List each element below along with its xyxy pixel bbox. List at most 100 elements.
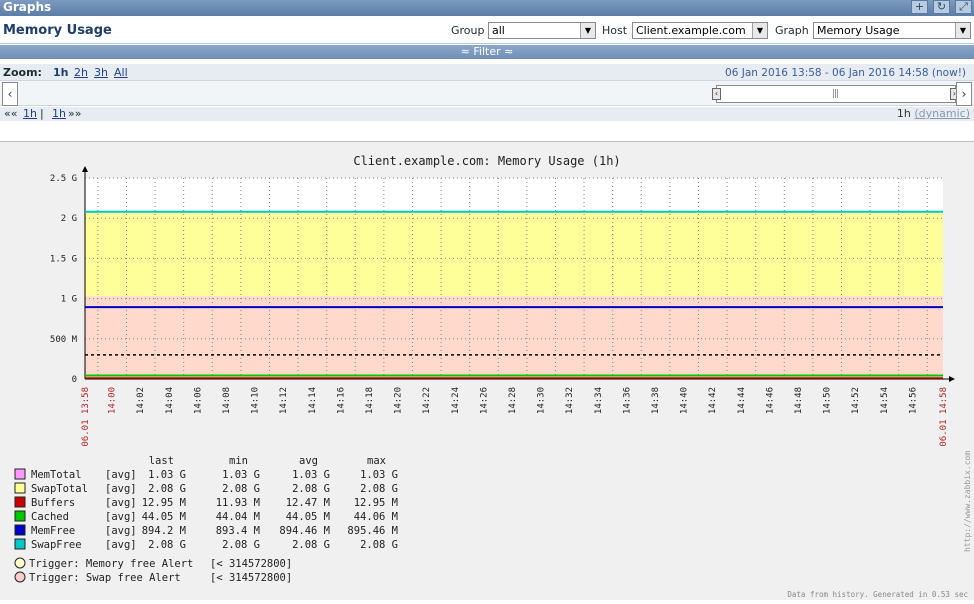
- legend-value-max: 895.46 M: [347, 525, 398, 537]
- y-tick-label: 0: [72, 375, 77, 385]
- legend-value-last: 2.08 G: [148, 483, 186, 495]
- x-tick-label: 14:12: [279, 387, 289, 414]
- graph-select[interactable]: Memory Usage ▼: [813, 22, 971, 39]
- x-tick-label: 14:08: [222, 387, 232, 414]
- period-display: 1h (dynamic): [897, 107, 970, 121]
- y-tick-label: 1.5 G: [50, 254, 77, 264]
- legend-value-last: 894.2 M: [142, 525, 186, 537]
- x-tick-label: 14:46: [765, 387, 775, 414]
- refresh-icon[interactable]: ↻: [933, 0, 950, 14]
- x-tick-label: 14:50: [823, 387, 833, 414]
- scroll-left-button[interactable]: ‹: [2, 82, 18, 106]
- chart-title: Client.example.com: Memory Usage (1h): [353, 154, 620, 168]
- x-axis-arrow: [949, 376, 955, 382]
- chevron-down-icon: ▼: [580, 23, 595, 38]
- x-tick-label: 14:24: [451, 387, 461, 414]
- legend-name: MemTotal: [31, 469, 82, 481]
- trigger-marker: [14, 571, 26, 583]
- x-tick-label: 14:22: [422, 387, 432, 414]
- chevron-down-icon: ▼: [955, 23, 970, 38]
- x-end-label: 06.01 14:58: [939, 387, 949, 447]
- zoom-all[interactable]: All: [114, 66, 128, 79]
- zoom-bar: Zoom: 1h 2h 3h All 06 Jan 2016 13:58 - 0…: [0, 64, 974, 80]
- legend-func: [avg]: [105, 511, 137, 523]
- legend-name: SwapTotal: [31, 483, 88, 495]
- next-arrows: »»: [68, 107, 82, 120]
- zoom-2h[interactable]: 2h: [74, 66, 88, 79]
- legend-value-avg: 2.08 G: [292, 483, 330, 495]
- zoom-1h[interactable]: 1h: [53, 66, 69, 79]
- y-tick-label: 2.5 G: [50, 174, 77, 184]
- next-period-link[interactable]: 1h: [52, 107, 66, 121]
- host-select[interactable]: Client.example.com ▼: [632, 22, 768, 39]
- x-tick-label: 14:18: [365, 387, 375, 414]
- add-icon[interactable]: +: [911, 0, 928, 14]
- zoom-3h[interactable]: 3h: [94, 66, 108, 79]
- memtotal-area: [85, 296, 943, 379]
- y-tick-label: 2 G: [61, 214, 77, 224]
- x-tick-label: 14:42: [708, 387, 718, 414]
- legend-value-max: 1.03 G: [360, 469, 398, 481]
- legend-value-max: 12.95 M: [354, 497, 398, 509]
- x-tick-label: 14:48: [794, 387, 804, 414]
- swaptotal-area: [85, 211, 943, 297]
- trigger-label: Trigger: Swap free Alert: [29, 572, 181, 584]
- legend-swatch: [14, 510, 26, 522]
- window-titlebar: Graphs + ↻ ⤢: [0, 0, 974, 16]
- host-label: Host: [602, 24, 628, 37]
- group-select[interactable]: all ▼: [488, 22, 596, 39]
- prev-arrows: ««: [4, 107, 18, 120]
- graph-panel: Client.example.com: Memory Usage (1h) 0 5…: [0, 141, 974, 600]
- legend-value-last: 12.95 M: [142, 497, 186, 509]
- x-tick-label: 14:36: [622, 387, 632, 414]
- legend-func: [avg]: [105, 525, 137, 537]
- graph-label: Graph: [775, 24, 809, 37]
- x-tick-label: 14:02: [136, 387, 146, 414]
- x-tick-label: 14:40: [680, 387, 690, 414]
- legend-name: Cached: [31, 511, 69, 523]
- x-tick-label: 14:16: [336, 387, 346, 414]
- legend-func: [avg]: [105, 497, 137, 509]
- legend-name: MemFree: [31, 525, 75, 537]
- zabbix-watermark: http://www.zabbix.com: [963, 451, 972, 552]
- legend-swatch: [14, 482, 26, 494]
- group-select-value: all: [492, 24, 505, 37]
- slider-left-handle[interactable]: ‹: [712, 88, 721, 100]
- scroll-right-button[interactable]: ›: [956, 82, 972, 106]
- trigger-value: [< 314572800]: [210, 558, 292, 570]
- filter-toggle[interactable]: ≈ Filter ≈: [0, 45, 974, 59]
- legend-header-max: max: [367, 455, 386, 467]
- legend-name: Buffers: [31, 497, 75, 509]
- timeline-slider[interactable]: ‹ ||| ›: [712, 85, 959, 103]
- legend-swatch: [14, 496, 26, 508]
- legend-header-last: last: [149, 455, 174, 467]
- page-title: Memory Usage: [3, 23, 112, 38]
- legend-value-min: 1.03 G: [222, 469, 260, 481]
- time-period: 06 Jan 2016 13:58 - 06 Jan 2016 14:58 (n…: [725, 67, 966, 79]
- page-header: Memory Usage Group all ▼ Host Client.exa…: [0, 18, 974, 44]
- trigger-value: [< 314572800]: [210, 572, 292, 584]
- x-tick-label: 14:14: [308, 387, 318, 414]
- y-axis-arrow: [82, 166, 88, 172]
- x-tick-label: 14:28: [508, 387, 518, 414]
- zoom-label: Zoom:: [3, 66, 42, 79]
- window-title: Graphs: [3, 0, 52, 14]
- legend-value-min: 44.04 M: [216, 511, 260, 523]
- host-select-value: Client.example.com: [636, 24, 746, 37]
- legend-value-last: 44.05 M: [142, 511, 186, 523]
- memory-usage-chart: Client.example.com: Memory Usage (1h) 0 5…: [14, 154, 972, 599]
- y-tick-label: 500 M: [50, 335, 78, 345]
- legend-value-max: 2.08 G: [360, 483, 398, 495]
- period-navigation: «« 1h | 1h »» 1h (dynamic): [0, 107, 974, 121]
- legend-value-last: 2.08 G: [148, 539, 186, 551]
- fullscreen-icon[interactable]: ⤢: [955, 0, 972, 14]
- legend-value-max: 44.06 M: [354, 511, 398, 523]
- period-mode-toggle[interactable]: (dynamic): [914, 107, 970, 120]
- x-tick-label: 14:30: [537, 387, 547, 414]
- legend-value-min: 2.08 G: [222, 483, 260, 495]
- prev-period-link[interactable]: 1h: [23, 107, 37, 121]
- slider-grip-icon[interactable]: |||: [832, 89, 839, 99]
- legend-value-avg: 1.03 G: [292, 469, 330, 481]
- legend-value-last: 1.03 G: [148, 469, 186, 481]
- y-tick-label: 1 G: [61, 295, 77, 305]
